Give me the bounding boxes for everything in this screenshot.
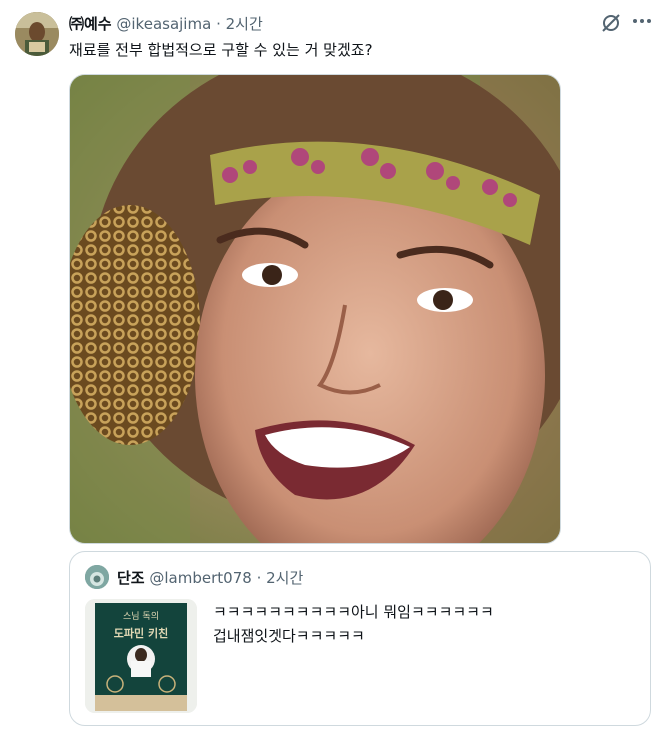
- separator: ·: [216, 15, 221, 33]
- quote-separator: ·: [256, 569, 262, 587]
- user-avatar-icon: [15, 12, 59, 56]
- quote-author-handle[interactable]: @lambert078: [149, 569, 251, 587]
- quote-author-name[interactable]: 단조: [117, 569, 145, 587]
- more-icon[interactable]: [631, 10, 653, 32]
- quote-timestamp[interactable]: 2시간: [266, 569, 303, 587]
- book-cover-icon: 스님 독의 도파민 키친: [85, 599, 197, 713]
- tweet-media[interactable]: [69, 74, 561, 544]
- author-handle[interactable]: @ikeasajima: [116, 15, 211, 33]
- quote-avatar-icon: [85, 565, 109, 589]
- grok-icon[interactable]: [600, 12, 622, 34]
- quote-author-avatar[interactable]: [85, 565, 109, 589]
- timestamp[interactable]: 2시간: [226, 15, 263, 33]
- quote-text-line1: ㅋㅋㅋㅋㅋㅋㅋㅋㅋㅋ아니 뭐임ㅋㅋㅋㅋㅋㅋ: [213, 603, 494, 621]
- quote-tweet[interactable]: 단조 @lambert078 · 2시간 스님 독의 도파민 키친 ㅋㅋㅋㅋㅋㅋ…: [69, 551, 651, 726]
- book-title-line1: 스님 독의: [123, 611, 159, 622]
- quote-header: 단조 @lambert078 · 2시간: [117, 567, 303, 588]
- quote-text: ㅋㅋㅋㅋㅋㅋㅋㅋㅋㅋ아니 뭐임ㅋㅋㅋㅋㅋㅋ 겁내잼잇겟다ㅋㅋㅋㅋㅋ: [213, 600, 494, 648]
- quote-media-book-cover[interactable]: 스님 독의 도파민 키친: [85, 599, 197, 713]
- photo-smiling-woman-headband-icon: [70, 75, 560, 543]
- book-title-line2: 도파민 키친: [114, 626, 168, 640]
- author-avatar[interactable]: [15, 12, 59, 56]
- tweet-header: ㈜예수 @ikeasajima · 2시간: [69, 13, 263, 34]
- quote-text-line2: 겁내잼잇겟다ㅋㅋㅋㅋㅋ: [213, 627, 365, 645]
- author-name[interactable]: ㈜예수: [69, 15, 112, 33]
- tweet-text: 재료를 전부 합법적으로 구할 수 있는 거 맞겠죠?: [69, 41, 373, 59]
